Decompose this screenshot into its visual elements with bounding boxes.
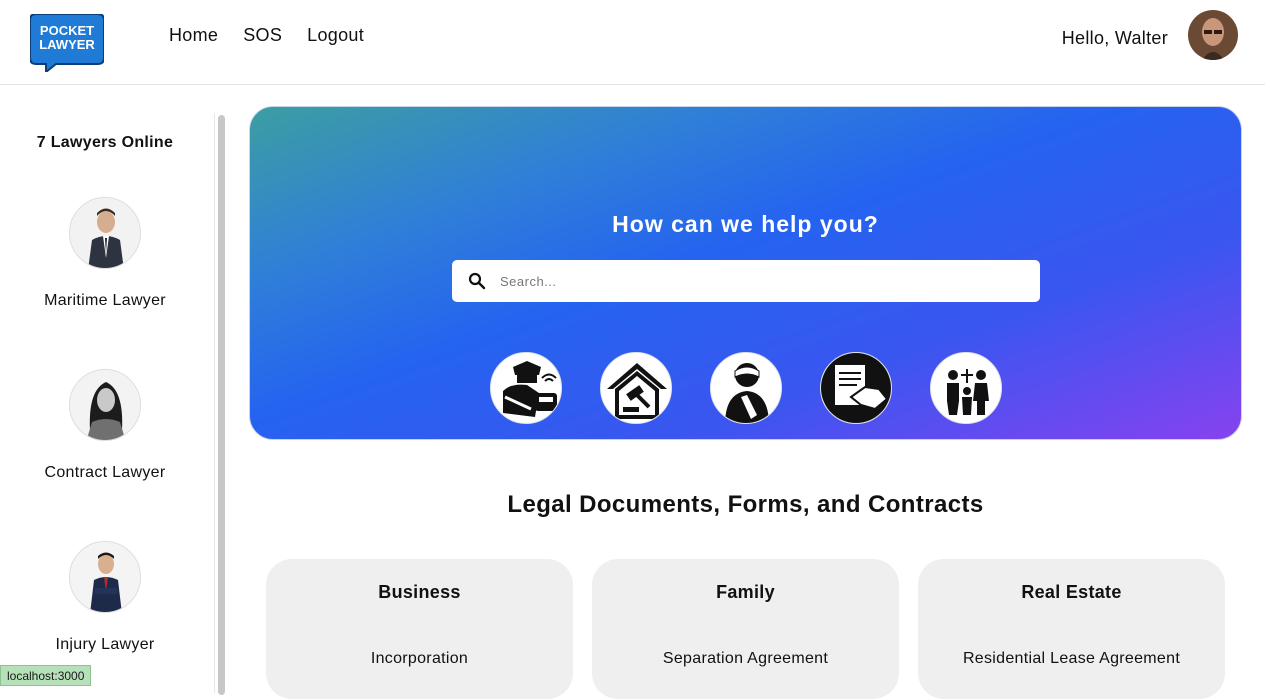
- family-scales-icon[interactable]: [930, 352, 1002, 424]
- lawyer-avatar: [69, 541, 141, 613]
- nav-home[interactable]: Home: [169, 25, 218, 46]
- card-title: Family: [716, 582, 775, 602]
- user-avatar[interactable]: [1188, 10, 1238, 60]
- main-nav: Home SOS Logout: [169, 25, 364, 46]
- legal-category-icons: [490, 352, 1002, 424]
- lawyer-specialty: Maritime Lawyer: [44, 292, 166, 309]
- card-title: Real Estate: [1021, 582, 1122, 602]
- pocket-lawyer-logo[interactable]: POCKET LAWYER: [29, 13, 105, 75]
- document-card-real-estate[interactable]: Real Estate Residential Lease Agreement: [918, 559, 1225, 699]
- online-lawyers-sidebar: 7 Lawyers Online Maritime Lawyer Contrac…: [0, 86, 228, 695]
- lawyers-online-count: 7 Lawyers Online: [36, 134, 174, 151]
- hero-title: How can we help you?: [612, 211, 879, 237]
- top-header: POCKET LAWYER Home SOS Logout Hello, Wal…: [0, 0, 1265, 85]
- logo-line2: LAWYER: [39, 37, 95, 52]
- search-icon: [468, 272, 486, 290]
- lawyer-specialty: Contract Lawyer: [44, 464, 166, 481]
- lawyer-card-maritime[interactable]: Maritime Lawyer: [0, 197, 210, 310]
- lawyer-specialty: Injury Lawyer: [55, 636, 155, 653]
- card-item-link[interactable]: Separation Agreement: [592, 650, 899, 668]
- nav-sos[interactable]: SOS: [243, 25, 282, 46]
- police-car-icon[interactable]: [490, 352, 562, 424]
- user-greeting: Hello, Walter: [1061, 28, 1168, 48]
- search-box[interactable]: [452, 260, 1040, 302]
- nav-logout[interactable]: Logout: [307, 25, 364, 46]
- card-title: Business: [378, 582, 461, 602]
- card-item-link[interactable]: Residential Lease Agreement: [918, 650, 1225, 668]
- injured-person-icon[interactable]: [710, 352, 782, 424]
- contract-handshake-icon[interactable]: [820, 352, 892, 424]
- lawyer-avatar: [69, 369, 141, 441]
- lawyer-card-injury[interactable]: Injury Lawyer: [0, 541, 210, 654]
- document-card-family[interactable]: Family Separation Agreement: [592, 559, 899, 699]
- document-card-business[interactable]: Business Incorporation: [266, 559, 573, 699]
- search-input[interactable]: [500, 260, 1020, 302]
- house-gavel-icon[interactable]: [600, 352, 672, 424]
- lawyer-card-contract[interactable]: Contract Lawyer: [0, 369, 210, 482]
- sidebar-scrollbar[interactable]: [214, 113, 226, 695]
- card-item-link[interactable]: Incorporation: [266, 650, 573, 668]
- lawyer-avatar: [69, 197, 141, 269]
- help-hero-banner: How can we help you?: [249, 106, 1242, 440]
- documents-section-title: Legal Documents, Forms, and Contracts: [507, 491, 984, 518]
- scrollbar-thumb[interactable]: [218, 115, 225, 695]
- logo-line1: POCKET: [40, 23, 94, 38]
- browser-status-url: localhost:3000: [0, 665, 92, 686]
